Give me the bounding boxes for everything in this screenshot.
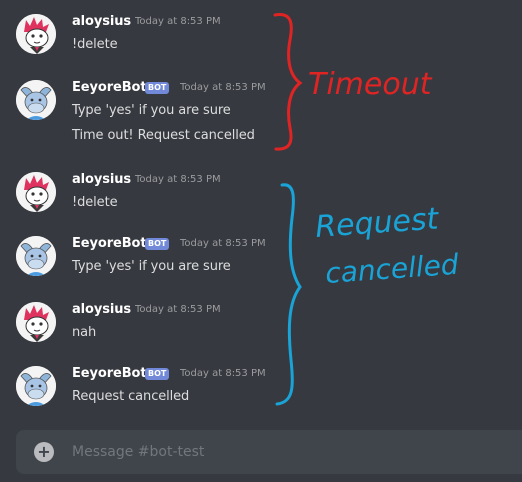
timestamp: Today at 8:53 PM xyxy=(180,238,266,249)
bot-badge: BOT xyxy=(145,368,170,380)
message-text: !delete xyxy=(72,37,118,52)
username[interactable]: EeyoreBot xyxy=(72,236,147,251)
message-group: EeyoreBot BOT Today at 8:53 PM Request c… xyxy=(0,366,280,406)
message-text: !delete xyxy=(72,195,118,210)
timestamp: Today at 8:53 PM xyxy=(135,16,221,27)
message-composer: + xyxy=(16,430,522,474)
message-group: aloysius Today at 8:53 PM !delete xyxy=(0,14,280,54)
message-group: EeyoreBot BOT Today at 8:53 PM Type 'yes… xyxy=(0,236,280,276)
message-group: aloysius Today at 8:53 PM !delete xyxy=(0,172,280,212)
timestamp: Today at 8:53 PM xyxy=(180,82,266,93)
username[interactable]: aloysius xyxy=(72,302,131,317)
plus-circle-icon[interactable]: + xyxy=(34,442,54,462)
message-text: Request cancelled xyxy=(72,389,190,404)
avatar[interactable] xyxy=(16,80,56,120)
avatar[interactable] xyxy=(16,366,56,406)
message-input[interactable] xyxy=(72,430,512,474)
bot-badge: BOT xyxy=(145,238,170,250)
message-group: aloysius Today at 8:53 PM nah xyxy=(0,302,280,342)
timestamp: Today at 8:53 PM xyxy=(180,368,266,379)
username[interactable]: aloysius xyxy=(72,14,131,29)
avatar[interactable] xyxy=(16,302,56,342)
avatar[interactable] xyxy=(16,236,56,276)
message-group: EeyoreBot BOT Today at 8:53 PM Type 'yes… xyxy=(0,80,280,144)
username[interactable]: EeyoreBot xyxy=(72,80,147,95)
message-list: aloysius Today at 8:53 PM !delete Eeyore… xyxy=(0,0,522,430)
timestamp: Today at 8:53 PM xyxy=(135,174,221,185)
bot-badge: BOT xyxy=(145,82,170,94)
avatar[interactable] xyxy=(16,14,56,54)
timestamp: Today at 8:53 PM xyxy=(135,304,221,315)
message-text: Time out! Request cancelled xyxy=(72,128,255,143)
username[interactable]: EeyoreBot xyxy=(72,366,147,381)
avatar[interactable] xyxy=(16,172,56,212)
message-text: Type 'yes' if you are sure xyxy=(72,259,231,274)
message-text: nah xyxy=(72,325,97,340)
message-text: Type 'yes' if you are sure xyxy=(72,103,231,118)
username[interactable]: aloysius xyxy=(72,172,131,187)
